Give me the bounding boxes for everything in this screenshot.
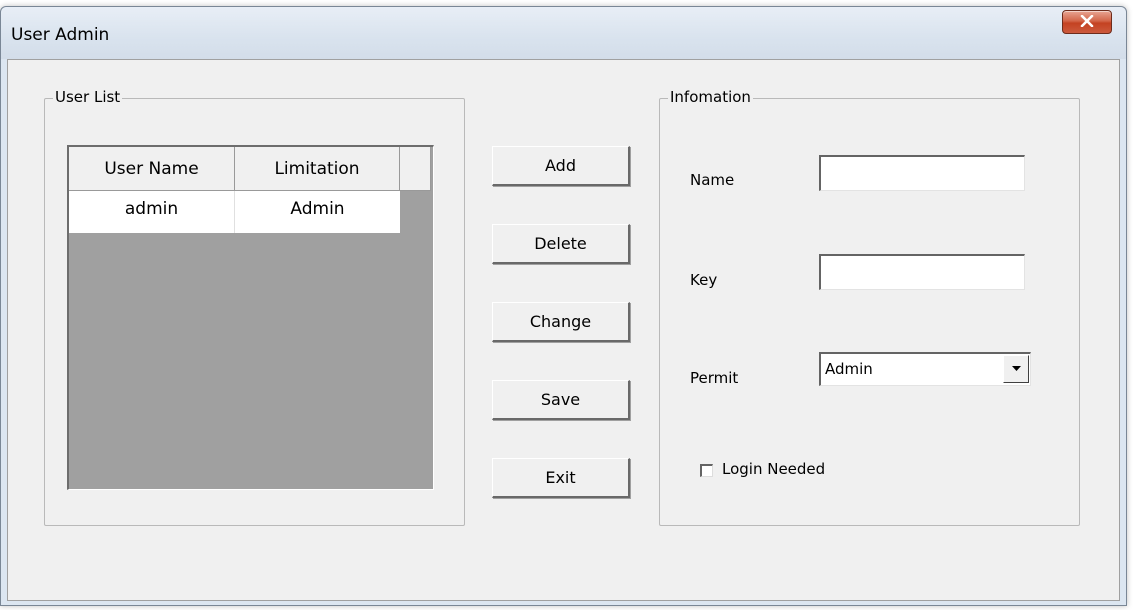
exit-button[interactable]: Exit	[492, 458, 630, 498]
user-admin-window: User Admin User List User Name Limitatio…	[0, 6, 1127, 606]
dropdown-arrow-icon	[1012, 366, 1021, 371]
title-bar[interactable]: User Admin	[1, 7, 1126, 59]
information-group: Infomation Name Key Permit Admin Login N…	[659, 88, 1080, 526]
list-header: User Name Limitation	[69, 147, 431, 191]
information-group-title: Infomation	[668, 88, 753, 106]
login-needed-checkbox[interactable]	[700, 464, 713, 477]
dialog-client-area: User List User Name Limitation admin Adm…	[7, 59, 1120, 601]
login-needed-label[interactable]: Login Needed	[722, 460, 825, 478]
user-list-view[interactable]: User Name Limitation admin Admin	[67, 145, 434, 490]
cell-user-name: admin	[69, 191, 235, 233]
name-label: Name	[690, 171, 735, 189]
permit-dropdown-button[interactable]	[1003, 355, 1029, 383]
column-header-limitation[interactable]: Limitation	[235, 147, 400, 191]
user-list-group: User List User Name Limitation admin Adm…	[44, 88, 465, 526]
user-list-group-title: User List	[53, 88, 123, 106]
permit-label: Permit	[690, 369, 739, 387]
close-button[interactable]	[1062, 10, 1112, 34]
save-button[interactable]: Save	[492, 380, 630, 420]
table-row[interactable]: admin Admin	[69, 191, 400, 233]
key-label: Key	[690, 271, 718, 289]
window-title: User Admin	[11, 25, 110, 45]
key-field[interactable]	[819, 254, 1025, 290]
close-icon	[1080, 15, 1094, 27]
name-field[interactable]	[819, 155, 1025, 191]
column-header-user-name[interactable]: User Name	[69, 147, 235, 191]
cell-limitation: Admin	[235, 191, 400, 233]
delete-button[interactable]: Delete	[492, 224, 630, 264]
change-button[interactable]: Change	[492, 302, 630, 342]
add-button[interactable]: Add	[492, 146, 630, 186]
permit-selected-value: Admin	[825, 360, 873, 378]
permit-select[interactable]: Admin	[819, 352, 1031, 386]
column-header-empty	[400, 147, 431, 191]
